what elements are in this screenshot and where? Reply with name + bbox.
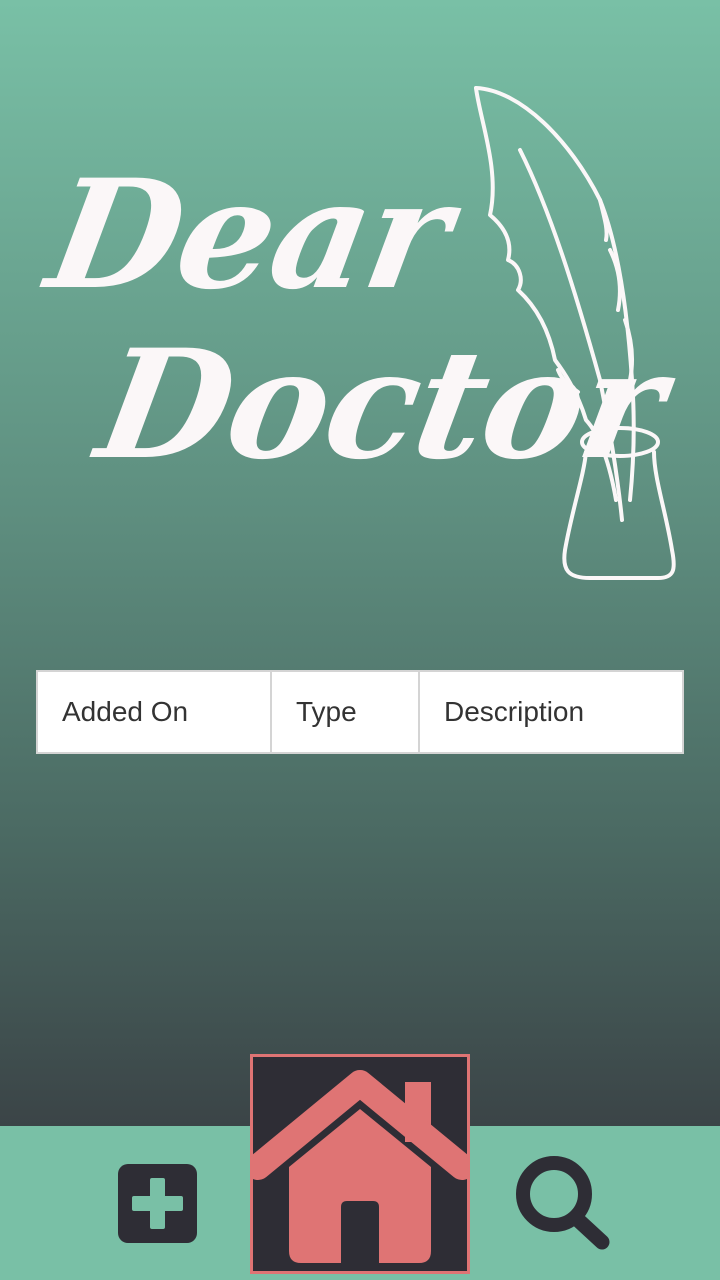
column-header-description[interactable]: Description <box>420 672 682 752</box>
home-button[interactable] <box>250 1054 470 1274</box>
app-logo: Dear Doctor <box>0 0 720 620</box>
home-icon <box>253 1070 467 1263</box>
plus-bar-horizontal <box>132 1196 183 1211</box>
add-record-button[interactable] <box>118 1164 197 1243</box>
column-header-added-on[interactable]: Added On <box>38 672 272 752</box>
search-button[interactable] <box>512 1154 612 1254</box>
records-table-header: Added On Type Description <box>36 670 684 754</box>
search-icon <box>516 1156 610 1250</box>
quill-inkwell-icon <box>474 86 676 580</box>
logo-text-dear: Dear <box>36 147 462 323</box>
column-header-type[interactable]: Type <box>272 672 420 752</box>
